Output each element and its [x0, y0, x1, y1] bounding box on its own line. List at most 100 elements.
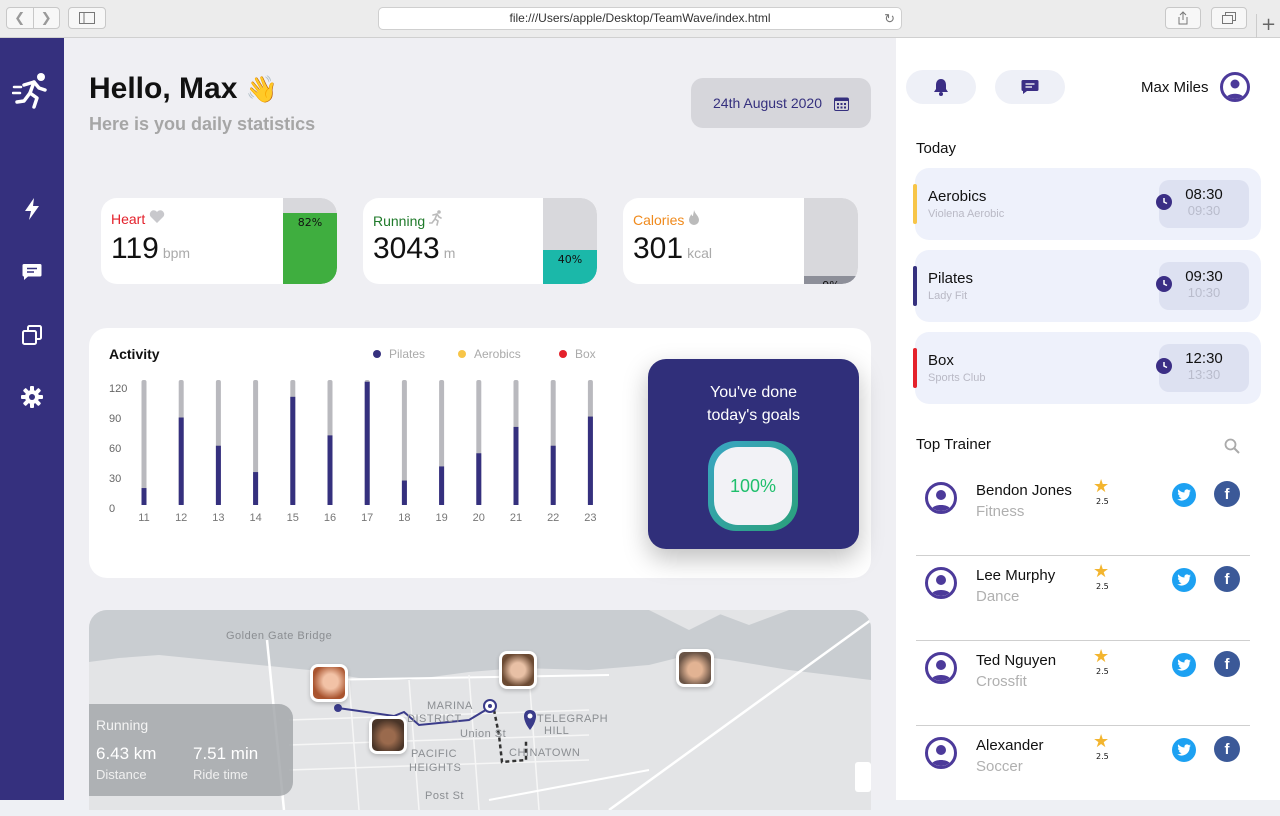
trainer-item[interactable]: Bendon Jones Fitness ★ 2.5 f — [916, 476, 1250, 561]
schedule-item[interactable]: Box Sports Club 12:30 13:30 — [913, 332, 1261, 404]
stat-value-row: 119 bpm — [111, 232, 190, 266]
stat-progress-bar: 40% — [543, 198, 597, 284]
twitter-icon[interactable] — [1172, 653, 1196, 677]
schedule-end: 10:30 — [1187, 285, 1221, 300]
star-icon: ★ — [1093, 731, 1110, 752]
search-icon[interactable] — [1224, 438, 1240, 458]
divider — [916, 555, 1250, 556]
bar-pilates[interactable] — [476, 453, 482, 505]
stat-percent: 82% — [297, 216, 323, 230]
user-icon — [931, 575, 951, 596]
avatar — [925, 652, 957, 684]
address-bar[interactable]: file:///Users/apple/Desktop/TeamWave/ind… — [378, 7, 902, 30]
user-icon — [1226, 79, 1244, 99]
schedule-time: 08:30 09:30 — [1159, 180, 1249, 228]
bar-pilates[interactable] — [513, 426, 519, 505]
y-tick-label: 120 — [109, 383, 127, 395]
tabs-button[interactable] — [1211, 7, 1247, 29]
trainer-name: Ted Nguyen — [976, 652, 1057, 669]
trainer-item[interactable]: Lee Murphy Dance ★ 2.5 f — [916, 561, 1250, 646]
trainer-item[interactable]: Ted Nguyen Crossfit ★ 2.5 f — [916, 646, 1250, 731]
bar-pilates[interactable] — [253, 472, 259, 505]
star-icon: ★ — [1093, 476, 1110, 497]
stat-label-row: Calories — [633, 210, 700, 228]
map-label: Post St — [425, 790, 464, 802]
legend-dot — [373, 350, 381, 358]
star-icon: ★ — [1093, 561, 1110, 582]
twitter-icon[interactable] — [1172, 738, 1196, 762]
app-logo-runner-icon[interactable] — [10, 69, 54, 113]
bar-pilates[interactable] — [401, 480, 407, 505]
bar-pilates[interactable] — [439, 466, 445, 505]
schedule-start: 12:30 — [1185, 350, 1223, 367]
facebook-icon[interactable]: f — [1214, 651, 1240, 677]
user-icon — [931, 745, 951, 766]
map-avatar-pin[interactable] — [310, 664, 348, 702]
x-tick-label: 11 — [138, 512, 149, 524]
facebook-icon[interactable]: f — [1214, 481, 1240, 507]
main-content: Hello, Max 👋 Here is you daily statistic… — [64, 38, 896, 810]
notifications-button[interactable] — [906, 70, 976, 104]
stat-label-row: Heart — [111, 210, 165, 227]
legend-dot — [458, 350, 466, 358]
bar-pilates[interactable] — [364, 381, 370, 505]
sidebar-toggle-button[interactable] — [68, 7, 106, 29]
trainer-name: Bendon Jones — [976, 482, 1072, 499]
y-tick-label: 90 — [109, 413, 121, 425]
copy-icon[interactable] — [17, 320, 47, 350]
stat-card-heart[interactable]: Heart 119 bpm 82% — [101, 198, 337, 284]
top-trainer-title: Top Trainer — [916, 436, 992, 453]
user-name[interactable]: Max Miles — [1141, 79, 1209, 96]
today-title: Today — [916, 140, 957, 157]
bar-pilates[interactable] — [327, 435, 333, 505]
trainer-name: Alexander — [976, 737, 1044, 754]
facebook-icon[interactable]: f — [1214, 566, 1240, 592]
schedule-name: Aerobics — [928, 188, 987, 205]
stat-card-calories[interactable]: Calories 301kcal 9% — [623, 198, 858, 284]
date-picker[interactable]: 24th August 2020 — [691, 78, 871, 128]
clock-icon — [1156, 276, 1172, 292]
x-tick-label: 17 — [361, 512, 373, 524]
back-icon[interactable]: ❮ — [7, 8, 33, 28]
map-label: Union St — [460, 728, 507, 740]
schedule-item[interactable]: Pilates Lady Fit 09:30 10:30 — [913, 250, 1261, 322]
schedule-start: 09:30 — [1185, 268, 1223, 285]
stat-progress-bar: 9% — [804, 198, 858, 284]
trainer-role: Dance — [976, 588, 1020, 605]
stat-card-running[interactable]: Running 3043 m 40% — [363, 198, 597, 284]
trainer-item[interactable]: Alexander Soccer ★ 2.5 f — [916, 731, 1250, 816]
bar-pilates[interactable] — [141, 488, 147, 505]
trainer-rating: 2.5 — [1096, 582, 1109, 591]
twitter-icon[interactable] — [1172, 483, 1196, 507]
stat-percent: 9% — [804, 279, 858, 284]
forward-icon[interactable]: ❯ — [32, 8, 60, 28]
bar-pilates[interactable] — [178, 417, 184, 505]
lightning-icon[interactable] — [17, 194, 47, 224]
clock-icon — [1156, 358, 1172, 374]
map-avatar-pin[interactable] — [369, 716, 407, 754]
flame-icon — [689, 210, 700, 225]
new-tab-button[interactable]: + — [1256, 14, 1280, 38]
share-button[interactable] — [1165, 7, 1201, 29]
page-title: Hello, Max 👋 — [89, 72, 278, 106]
user-avatar[interactable] — [1220, 72, 1250, 102]
bar-pilates[interactable] — [215, 445, 221, 505]
chat-icon[interactable] — [17, 257, 47, 287]
bar-pilates[interactable] — [550, 445, 556, 505]
map-avatar-pin[interactable] — [499, 651, 537, 689]
settings-gear-icon[interactable] — [17, 382, 47, 412]
goal-text: You've done today's goals — [648, 381, 859, 427]
map-avatar-pin[interactable] — [676, 649, 714, 687]
star-icon: ★ — [1093, 646, 1110, 667]
reload-icon[interactable]: ↻ — [884, 8, 895, 29]
messages-button[interactable] — [995, 70, 1065, 104]
bar-pilates[interactable] — [290, 396, 296, 505]
bar-pilates[interactable] — [587, 416, 593, 505]
twitter-icon[interactable] — [1172, 568, 1196, 592]
y-tick-label: 60 — [109, 443, 121, 455]
bell-icon — [934, 79, 948, 96]
facebook-icon[interactable]: f — [1214, 736, 1240, 762]
route-map[interactable]: Golden Gate Bridge MARINA DISTRICT Union… — [89, 610, 871, 810]
schedule-item[interactable]: Aerobics Violena Aerobic 08:30 09:30 — [913, 168, 1261, 240]
x-tick-label: 19 — [435, 512, 447, 524]
